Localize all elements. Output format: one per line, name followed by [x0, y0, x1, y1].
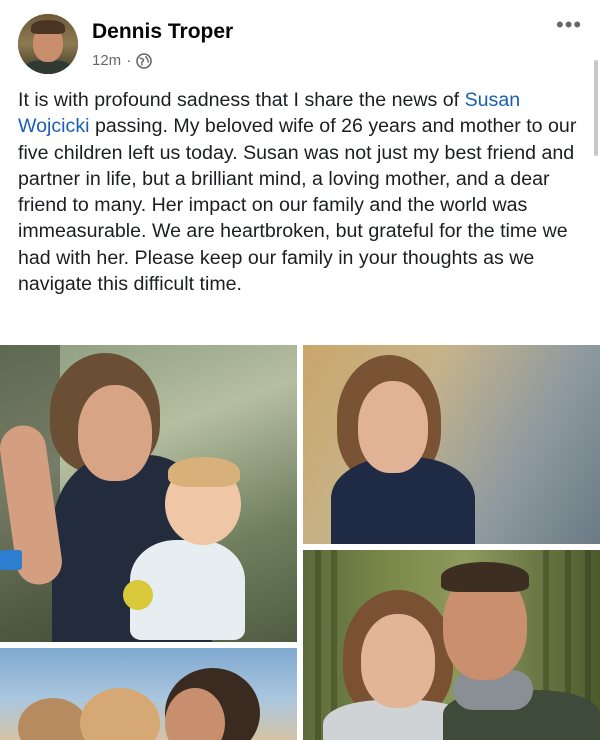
post-body: It is with profound sadness that I share… — [18, 87, 590, 297]
avatar-shirt — [24, 60, 72, 74]
person-head — [18, 698, 88, 740]
globe-icon[interactable] — [136, 52, 152, 69]
meta-separator: · — [126, 52, 132, 69]
portrait-face — [358, 381, 428, 473]
photo-portrait[interactable] — [303, 345, 600, 544]
woman-face — [78, 385, 152, 481]
blue-toy — [0, 550, 22, 570]
bamboo-stalk — [315, 550, 321, 740]
man-hair — [441, 562, 529, 592]
facebook-post: Dennis Troper 12m · ••• It is with profo… — [0, 0, 600, 740]
photo-couple-bamboo[interactable] — [303, 550, 600, 740]
scrollbar[interactable] — [594, 60, 598, 156]
post-meta: 12m · — [92, 52, 152, 69]
post-text-rest: passing. My beloved wife of 26 years and… — [18, 115, 577, 296]
woman-face — [361, 614, 435, 708]
author-avatar[interactable] — [18, 14, 78, 74]
more-options-button[interactable]: ••• — [556, 14, 582, 36]
avatar-hair — [31, 20, 65, 34]
author-name[interactable]: Dennis Troper — [92, 20, 233, 44]
photo-mother-with-baby[interactable] — [0, 345, 297, 642]
baby-hair — [168, 457, 240, 487]
photo-grid — [0, 345, 600, 740]
post-timestamp[interactable]: 12m — [92, 52, 121, 69]
yellow-ball — [123, 580, 153, 610]
person-head — [80, 688, 160, 740]
photo-family-beach[interactable] — [0, 648, 297, 740]
post-text-start: It is with profound sadness that I share… — [18, 89, 465, 111]
